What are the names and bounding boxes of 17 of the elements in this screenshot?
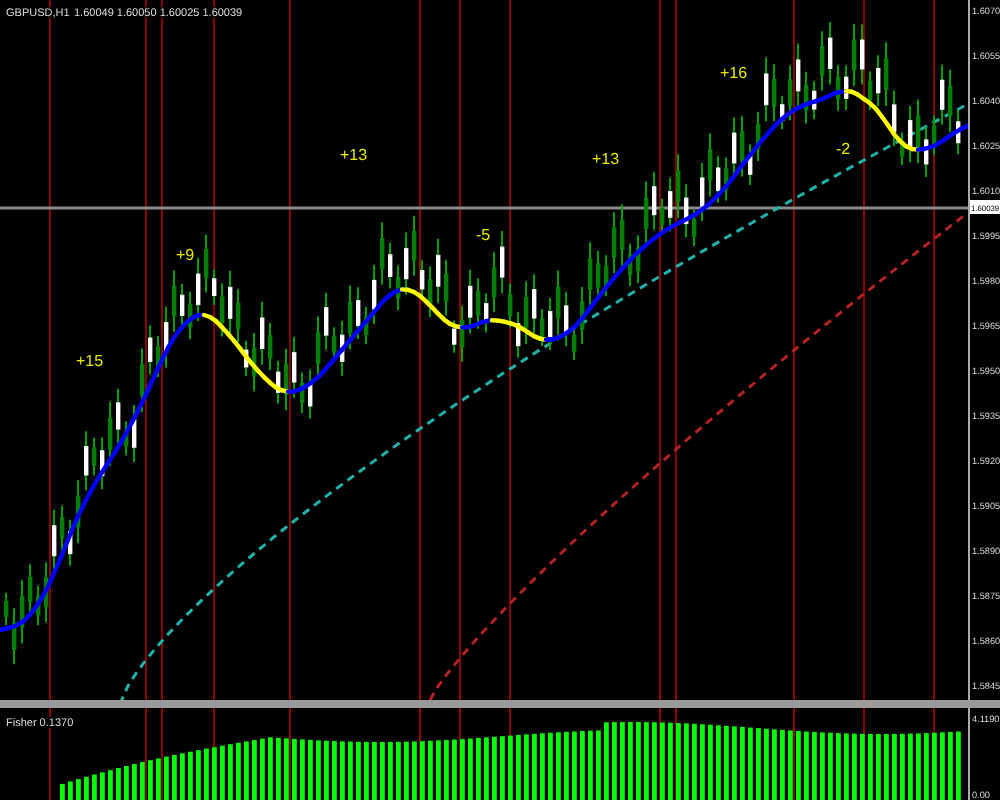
pip-count-label: +9	[176, 246, 195, 264]
period-divider-line	[675, 708, 677, 800]
pip-count-label: +15	[76, 352, 104, 370]
axis-line	[968, 708, 970, 800]
period-divider-line	[161, 708, 163, 800]
pip-count-label: +16	[720, 64, 748, 82]
period-divider-line	[49, 708, 51, 800]
period-divider-line	[659, 708, 661, 800]
pip-count-label: -2	[836, 140, 851, 158]
period-divider-line	[289, 708, 291, 800]
period-divider-line	[793, 708, 795, 800]
pip-count-label: +13	[592, 150, 620, 168]
period-divider-line	[145, 708, 147, 800]
pip-count-label: +13	[340, 146, 368, 164]
period-divider-line	[459, 708, 461, 800]
period-divider-line	[419, 708, 421, 800]
pip-count-label: -5	[476, 226, 491, 244]
